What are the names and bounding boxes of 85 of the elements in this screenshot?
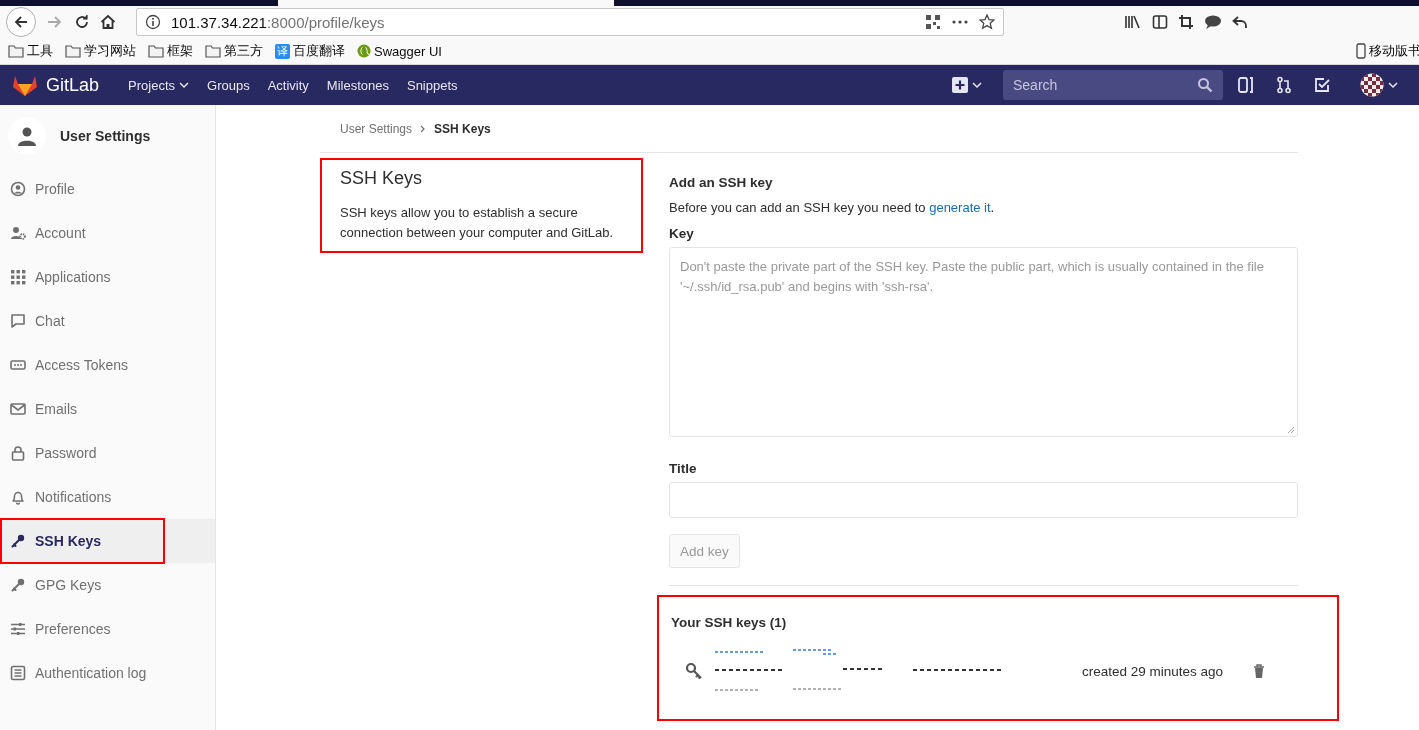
- sidebar-item[interactable]: SSH Keys: [0, 519, 215, 563]
- speech-bubble-icon: [10, 313, 26, 329]
- avatar-icon: [1360, 73, 1384, 97]
- sliders-icon: [10, 621, 26, 637]
- token-icon: [10, 357, 26, 373]
- nav-link[interactable]: Groups: [198, 77, 259, 93]
- key-icon: [685, 662, 703, 680]
- brand-name[interactable]: GitLab: [46, 74, 100, 96]
- key-icon: [10, 577, 26, 593]
- breadcrumb-link[interactable]: SSH Keys: [434, 121, 491, 136]
- list-icon: [10, 665, 26, 681]
- sidebar-item[interactable]: Access Tokens: [0, 343, 215, 387]
- braces-circle-icon: [357, 44, 371, 58]
- user-gear-icon: [10, 225, 26, 241]
- sidebar-item[interactable]: Account: [0, 211, 215, 255]
- lock-icon: [10, 445, 26, 461]
- sidebar-item[interactable]: GPG Keys: [0, 563, 215, 607]
- title-input[interactable]: [669, 482, 1298, 518]
- generate-link[interactable]: generate it: [929, 200, 991, 215]
- nav-link[interactable]: Snippets: [397, 77, 467, 93]
- resize-grip-icon: [1287, 426, 1295, 434]
- folder-icon: [148, 44, 164, 58]
- grid-icon: [10, 269, 26, 285]
- chevron-down-icon: [972, 81, 982, 89]
- reload-icon[interactable]: [74, 14, 90, 30]
- arrow-left-icon: [13, 14, 29, 30]
- checkbox-icon[interactable]: [1313, 76, 1331, 94]
- created-time: created 29 minutes ago: [1081, 663, 1223, 679]
- search-field[interactable]: Search: [1003, 70, 1223, 100]
- nav-link[interactable]: Projects: [119, 77, 198, 93]
- section-title: SSH Keys: [340, 168, 424, 189]
- folder-icon: [65, 44, 81, 58]
- breadcrumb-link[interactable]: User Settings: [340, 121, 413, 136]
- chevron-down-icon: [1388, 81, 1398, 89]
- bookmark[interactable]: 第三方: [205, 42, 263, 60]
- plus-square-icon: [952, 77, 968, 93]
- trash-icon[interactable]: [1253, 664, 1265, 678]
- sidebar-icon[interactable]: [1152, 14, 1168, 30]
- key-icon: [10, 533, 26, 549]
- undo-arrow-icon[interactable]: [1232, 14, 1248, 30]
- search-icon: [1197, 77, 1213, 93]
- sidebar-item[interactable]: Password: [0, 431, 215, 475]
- help-text: Before you can add an SSH key you need to generate it.: [669, 200, 996, 215]
- merge-request-icon[interactable]: [1275, 76, 1293, 94]
- back-button[interactable]: [6, 7, 36, 37]
- bell-icon: [10, 489, 26, 505]
- star-icon[interactable]: [979, 14, 995, 30]
- library-icon[interactable]: [1124, 14, 1142, 30]
- phone-icon: [1356, 43, 1366, 59]
- list-heading: Your SSH keys (1): [671, 615, 788, 630]
- bookmark[interactable]: Swagger UI: [357, 43, 442, 59]
- person-icon: [17, 126, 37, 146]
- crop-icon[interactable]: [1178, 14, 1194, 30]
- envelope-icon: [10, 401, 26, 417]
- nav-link[interactable]: Activity: [258, 77, 318, 93]
- nav-link[interactable]: Milestones: [317, 77, 398, 93]
- bookmark[interactable]: 学习网站: [65, 42, 136, 60]
- qr-code-icon[interactable]: [925, 14, 941, 30]
- address-bar[interactable]: 101.37.34.221:8000/profile/keys: [136, 8, 1004, 36]
- profile-icon: [10, 181, 26, 197]
- sidebar-item[interactable]: Profile: [0, 167, 215, 211]
- sidebar-item[interactable]: Applications: [0, 255, 215, 299]
- form-heading: Add an SSH key: [669, 175, 774, 190]
- sidebar-item[interactable]: Preferences: [0, 607, 215, 651]
- bookmark[interactable]: 工具: [8, 42, 53, 60]
- bookmark[interactable]: 框架: [148, 42, 193, 60]
- bookmark[interactable]: 译 百度翻译: [275, 42, 345, 60]
- home-icon[interactable]: [100, 14, 116, 30]
- sidebar-title: User Settings: [60, 128, 151, 144]
- section-description: SSH keys allow you to establish a secure connection between your computer and GitLab.: [340, 204, 615, 242]
- sidebar-item[interactable]: Chat: [0, 299, 215, 343]
- sidebar-item[interactable]: Authentication log: [0, 651, 215, 695]
- chevron-down-icon: [179, 81, 189, 89]
- sidebar-item[interactable]: Notifications: [0, 475, 215, 519]
- field-label: Key: [669, 226, 695, 241]
- speech-bubble-icon[interactable]: [1204, 14, 1222, 30]
- sidebar-item[interactable]: Emails: [0, 387, 215, 431]
- url-text: 101.37.34.221:8000/profile/keys: [171, 13, 385, 31]
- field-label: Title: [669, 461, 698, 476]
- info-icon: [145, 14, 161, 30]
- folder-icon: [8, 44, 24, 58]
- chevron-right-icon: [420, 124, 427, 133]
- panel-icon[interactable]: [1237, 76, 1255, 94]
- folder-icon: [205, 44, 221, 58]
- translate-icon: 译: [275, 43, 290, 59]
